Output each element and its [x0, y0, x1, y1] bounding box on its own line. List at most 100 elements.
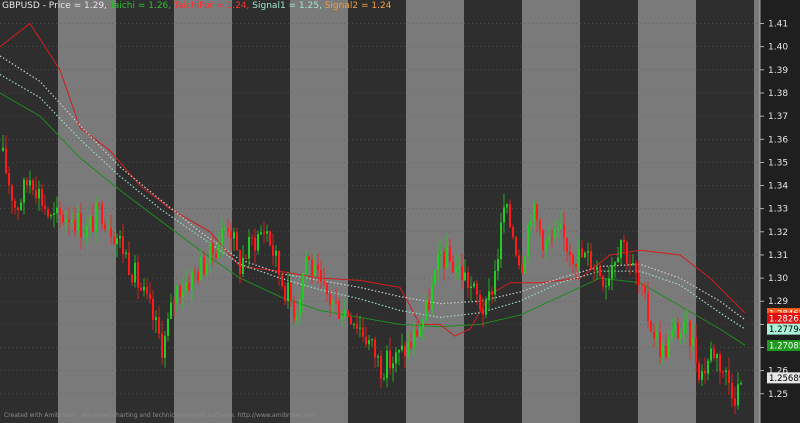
candle-body — [638, 273, 640, 285]
candle-body — [59, 207, 61, 215]
background-band — [174, 0, 232, 423]
candle-body — [629, 263, 631, 266]
y-tick-label: 1.31 — [768, 251, 788, 261]
background-band — [232, 0, 290, 423]
candle-body — [698, 362, 700, 381]
candle-body — [656, 332, 658, 339]
background-band — [0, 0, 58, 423]
candle-body — [635, 262, 637, 274]
candle-body — [179, 285, 181, 298]
candle-body — [521, 265, 523, 274]
candle-body — [479, 294, 481, 309]
candle-body — [200, 256, 202, 281]
candle-body — [506, 204, 508, 208]
candle-body — [683, 321, 685, 334]
candle-body — [95, 203, 97, 232]
candle-body — [509, 204, 511, 228]
candle-body — [659, 332, 661, 357]
candle-body — [35, 190, 37, 199]
candle-body — [14, 200, 16, 208]
candle-body — [299, 298, 301, 316]
background-band — [58, 0, 116, 423]
candle-body — [110, 227, 112, 237]
candle-body — [224, 228, 226, 230]
candle-body — [374, 339, 376, 358]
candle-body — [428, 300, 430, 310]
y-tick-label: 1.37 — [768, 112, 788, 122]
candle-body — [551, 237, 553, 239]
candle-body — [242, 257, 244, 275]
candle-body — [653, 331, 655, 339]
candle-body — [308, 256, 310, 260]
background-band — [290, 0, 348, 423]
candle-body — [8, 173, 10, 186]
candle-body — [500, 222, 502, 260]
candle-body — [686, 320, 688, 322]
candle-body — [266, 231, 268, 234]
candle-body — [530, 221, 532, 225]
y-tick-label: 1.41 — [768, 20, 788, 30]
candle-body — [335, 301, 337, 303]
candle-body — [626, 242, 628, 264]
candle-body — [665, 345, 667, 357]
candle-body — [302, 273, 304, 299]
candle-body — [137, 262, 139, 288]
candle-body — [704, 371, 706, 374]
candle-body — [38, 188, 40, 199]
background-band — [406, 0, 464, 423]
candle-body — [365, 336, 367, 345]
price-chart: 1.251.261.271.281.291.301.311.321.331.34… — [0, 0, 800, 423]
candle-body — [122, 235, 124, 254]
candle-body — [320, 270, 322, 282]
candle-body — [422, 319, 424, 328]
candle-body — [155, 317, 157, 321]
candle-body — [566, 237, 568, 252]
y-tick-label: 1.35 — [768, 158, 788, 168]
candle-body — [485, 300, 487, 315]
candle-body — [623, 240, 625, 243]
candle-body — [632, 262, 634, 266]
candle-body — [650, 320, 652, 332]
candle-body — [104, 224, 106, 230]
candle-body — [263, 232, 265, 234]
candle-body — [524, 256, 526, 274]
signal2-legend: Signal2 = 1.24 — [324, 1, 392, 11]
candle-body — [497, 259, 499, 271]
candle-body — [269, 231, 271, 246]
candle-body — [677, 323, 679, 339]
candle-body — [227, 228, 229, 232]
candle-body — [293, 301, 295, 320]
candle-body — [569, 251, 571, 256]
candle-body — [404, 345, 406, 357]
candle-body — [425, 300, 427, 320]
candle-body — [740, 383, 742, 385]
candle-body — [41, 188, 43, 206]
candle-body — [470, 286, 472, 289]
candle-body — [62, 214, 64, 223]
candle-body — [107, 227, 109, 230]
candle-body — [482, 308, 484, 315]
y-tick-label: 1.39 — [768, 66, 788, 76]
candle-body — [173, 302, 175, 304]
candle-body — [221, 228, 223, 244]
candle-body — [305, 256, 307, 274]
candle-body — [725, 370, 727, 372]
candle-body — [419, 327, 421, 337]
signal1-value-label: 1.27794 — [769, 325, 800, 335]
candle-body — [608, 278, 610, 286]
candle-body — [464, 272, 466, 281]
candle-body — [347, 310, 349, 317]
candle-body — [473, 283, 475, 287]
candle-body — [572, 255, 574, 264]
candle-body — [581, 248, 583, 258]
taichi-value-label: 1.27085 — [769, 342, 800, 352]
candle-body — [461, 265, 463, 281]
candle-body — [620, 240, 622, 258]
candle-body — [647, 292, 649, 321]
candle-body — [311, 259, 313, 276]
candle-body — [29, 180, 31, 186]
taichi-legend: Taichi = 1.26, — [109, 1, 172, 11]
candle-body — [212, 242, 214, 254]
candle-body — [32, 180, 34, 191]
y-tick-label: 1.29 — [768, 297, 788, 307]
